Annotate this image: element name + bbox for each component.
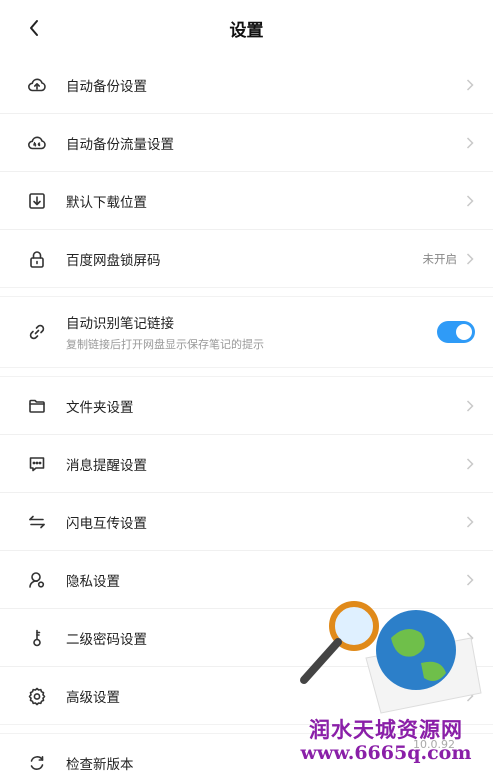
auto-backup-traffic-item[interactable]: 自动备份流量设置 <box>0 114 493 171</box>
privacy-user-icon <box>26 569 48 591</box>
chevron-left-icon <box>30 20 38 36</box>
lock-screen-status: 未开启 <box>422 251 458 266</box>
transfer-settings-label: 闪电互传设置 <box>66 515 147 532</box>
folder-settings-item[interactable]: 文件夹设置 <box>0 377 493 434</box>
note-link-description: 复制链接后打开网盘显示保存笔记的提示 <box>66 338 264 351</box>
transfer-settings-item[interactable]: 闪电互传设置 <box>0 493 493 550</box>
chevron-right-icon <box>465 136 475 150</box>
privacy-settings-label: 隐私设置 <box>66 573 120 590</box>
message-icon <box>26 453 48 475</box>
watermark-url: www.6665q.com <box>300 742 472 764</box>
lock-icon <box>26 248 48 270</box>
download-location-label: 默认下载位置 <box>66 194 147 211</box>
chevron-right-icon <box>465 399 475 413</box>
link-icon <box>26 321 48 343</box>
transfer-arrows-icon <box>26 511 48 533</box>
watermark-text: 润水天城资源网 <box>309 717 463 742</box>
section-gap <box>0 287 493 297</box>
top-bar: 设置 <box>0 0 493 56</box>
watermark-logo <box>300 601 482 714</box>
chevron-right-icon <box>465 573 475 587</box>
folder-settings-label: 文件夹设置 <box>66 399 134 416</box>
chevron-right-icon <box>465 457 475 471</box>
chevron-right-icon <box>465 515 475 529</box>
page-title: 设置 <box>229 20 264 41</box>
back-button[interactable] <box>22 14 46 42</box>
folder-icon <box>26 395 48 417</box>
auto-backup-label: 自动备份设置 <box>66 78 147 95</box>
notification-settings-label: 消息提醒设置 <box>66 457 147 474</box>
download-location-item[interactable]: 默认下载位置 <box>0 172 493 229</box>
chevron-right-icon <box>465 252 475 266</box>
lock-screen-label: 百度网盘锁屏码 <box>66 252 161 269</box>
note-link-toggle[interactable] <box>437 321 475 343</box>
refresh-icon <box>26 752 48 774</box>
section-gap <box>0 367 493 377</box>
gear-icon <box>26 685 48 707</box>
notification-settings-item[interactable]: 消息提醒设置 <box>0 435 493 492</box>
key-icon <box>26 627 48 649</box>
auto-backup-traffic-label: 自动备份流量设置 <box>66 136 174 153</box>
note-link-item: 自动识别笔记链接 复制链接后打开网盘显示保存笔记的提示 <box>0 297 493 367</box>
cloud-upload-icon <box>26 74 48 96</box>
lock-screen-item[interactable]: 百度网盘锁屏码 未开启 <box>0 230 493 287</box>
chevron-right-icon <box>465 78 475 92</box>
note-link-label: 自动识别笔记链接 <box>66 316 174 332</box>
auto-backup-item[interactable]: 自动备份设置 <box>0 56 493 113</box>
download-box-icon <box>26 190 48 212</box>
cloud-4g-icon <box>26 132 48 154</box>
chevron-right-icon <box>465 194 475 208</box>
toggle-knob <box>456 324 472 340</box>
